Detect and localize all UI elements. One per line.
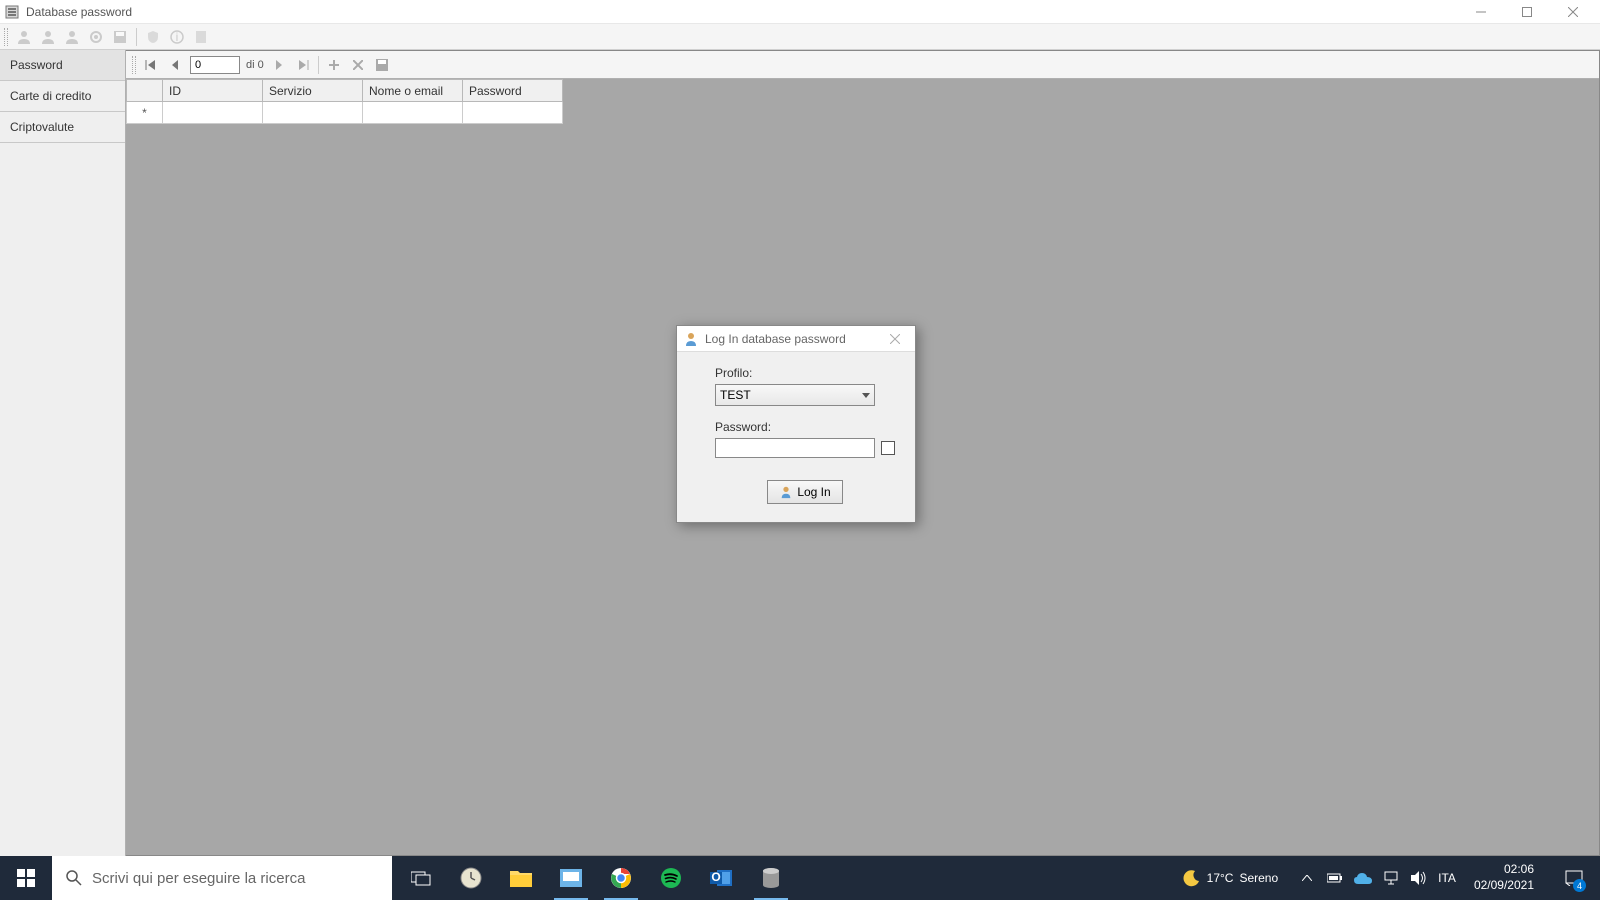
user-icon [779,485,793,499]
clock-date: 02/09/2021 [1474,878,1534,894]
row-header-new: * [127,102,163,124]
nav-count-text: di 0 [246,59,264,71]
dialog-close-button[interactable] [881,329,909,349]
volume-icon[interactable] [1410,869,1428,887]
cell[interactable] [363,102,463,124]
dialog-titlebar: Log In database password [677,326,915,352]
nav-save-button[interactable] [373,56,391,74]
login-dialog: Log In database password Profilo: TEST P… [676,325,916,523]
nav-last-button[interactable] [294,56,312,74]
nav-prev-button[interactable] [166,56,184,74]
weather-widget[interactable]: 17°C Sereno [1173,869,1289,887]
onedrive-icon[interactable] [1354,869,1372,887]
spotify-icon[interactable] [646,856,696,900]
user-icon[interactable] [62,27,82,47]
column-header-password[interactable]: Password [463,80,563,102]
search-icon [66,870,82,886]
window-controls [1458,0,1596,24]
network-icon[interactable] [1382,869,1400,887]
taskbar-search[interactable]: Scrivi qui per eseguire la ricerca [52,856,392,900]
battery-icon[interactable] [1326,869,1344,887]
notification-badge: 4 [1573,879,1586,892]
user-icon[interactable] [14,27,34,47]
save-icon[interactable] [110,27,130,47]
toolbar-grip [4,28,8,46]
outlook-icon[interactable]: O [696,856,746,900]
tray-icons: ITA [1298,869,1456,887]
login-button[interactable]: Log In [767,480,843,504]
start-button[interactable] [0,856,52,900]
cell[interactable] [263,102,363,124]
table-row[interactable]: * [127,102,563,124]
profile-label: Profilo: [715,366,895,380]
sidebar-item-password[interactable]: Password [0,50,125,81]
password-input[interactable] [715,438,875,458]
sidebar-item-cripto[interactable]: Criptovalute [0,112,125,143]
window-titlebar: Database password [0,0,1600,24]
column-header-id[interactable]: ID [163,80,263,102]
clock-time: 02:06 [1474,862,1534,878]
chrome-icon[interactable] [596,856,646,900]
gear-icon[interactable] [86,27,106,47]
notification-button[interactable]: 4 [1552,856,1596,900]
shield-icon[interactable] [143,27,163,47]
nav-first-button[interactable] [142,56,160,74]
column-header-nome[interactable]: Nome o email [363,80,463,102]
info-icon[interactable]: i [167,27,187,47]
main-toolbar: i [0,24,1600,50]
chevron-up-icon[interactable] [1298,869,1316,887]
data-grid[interactable]: ID Servizio Nome o email Password * [126,79,1599,124]
maximize-button[interactable] [1504,0,1550,24]
document-icon[interactable] [191,27,211,47]
nav-position-input[interactable] [190,56,240,74]
nav-separator [318,56,319,74]
profile-select[interactable]: TEST [715,384,875,406]
svg-text:i: i [176,30,179,44]
taskbar-clock[interactable]: 02:06 02/09/2021 [1466,862,1542,893]
profile-value: TEST [720,388,751,402]
column-header-servizio[interactable]: Servizio [263,80,363,102]
login-button-label: Log In [797,485,830,499]
svg-text:O: O [711,870,720,884]
taskbar: Scrivi qui per eseguire la ricerca O [0,856,1600,900]
record-navigator: di 0 [126,51,1599,79]
dialog-title: Log In database password [705,332,881,346]
chevron-down-icon [862,393,870,398]
nav-add-button[interactable] [325,56,343,74]
database-app-icon[interactable] [746,856,796,900]
show-password-checkbox[interactable] [881,441,895,455]
nav-grip [132,56,136,74]
sidebar-item-label: Password [10,58,63,72]
task-icons: O [396,856,796,900]
moon-icon [1183,869,1201,887]
cell[interactable] [163,102,263,124]
password-label: Password: [715,420,895,434]
sidebar-item-label: Criptovalute [10,120,74,134]
nav-delete-button[interactable] [349,56,367,74]
user-icon [683,331,699,347]
language-indicator[interactable]: ITA [1438,871,1456,885]
sidebar-item-carte[interactable]: Carte di credito [0,81,125,112]
task-view-button[interactable] [396,856,446,900]
search-placeholder: Scrivi qui per eseguire la ricerca [92,870,305,887]
app-icon [4,4,20,20]
user-icon[interactable] [38,27,58,47]
weather-desc: Sereno [1239,871,1278,885]
toolbar-separator [136,28,137,46]
grid-corner [127,80,163,102]
sidebar: Password Carte di credito Criptovalute [0,50,126,856]
weather-temp: 17°C [1207,871,1234,885]
window-title: Database password [26,5,1458,19]
close-button[interactable] [1550,0,1596,24]
cell[interactable] [463,102,563,124]
sidebar-item-label: Carte di credito [10,89,91,103]
file-explorer-icon[interactable] [496,856,546,900]
settings-app-icon[interactable] [546,856,596,900]
dialog-body: Profilo: TEST Password: Log In [677,352,915,522]
minimize-button[interactable] [1458,0,1504,24]
nav-next-button[interactable] [270,56,288,74]
clock-app-icon[interactable] [446,856,496,900]
system-tray: 17°C Sereno ITA 02:06 02/09/2021 [1173,856,1600,900]
